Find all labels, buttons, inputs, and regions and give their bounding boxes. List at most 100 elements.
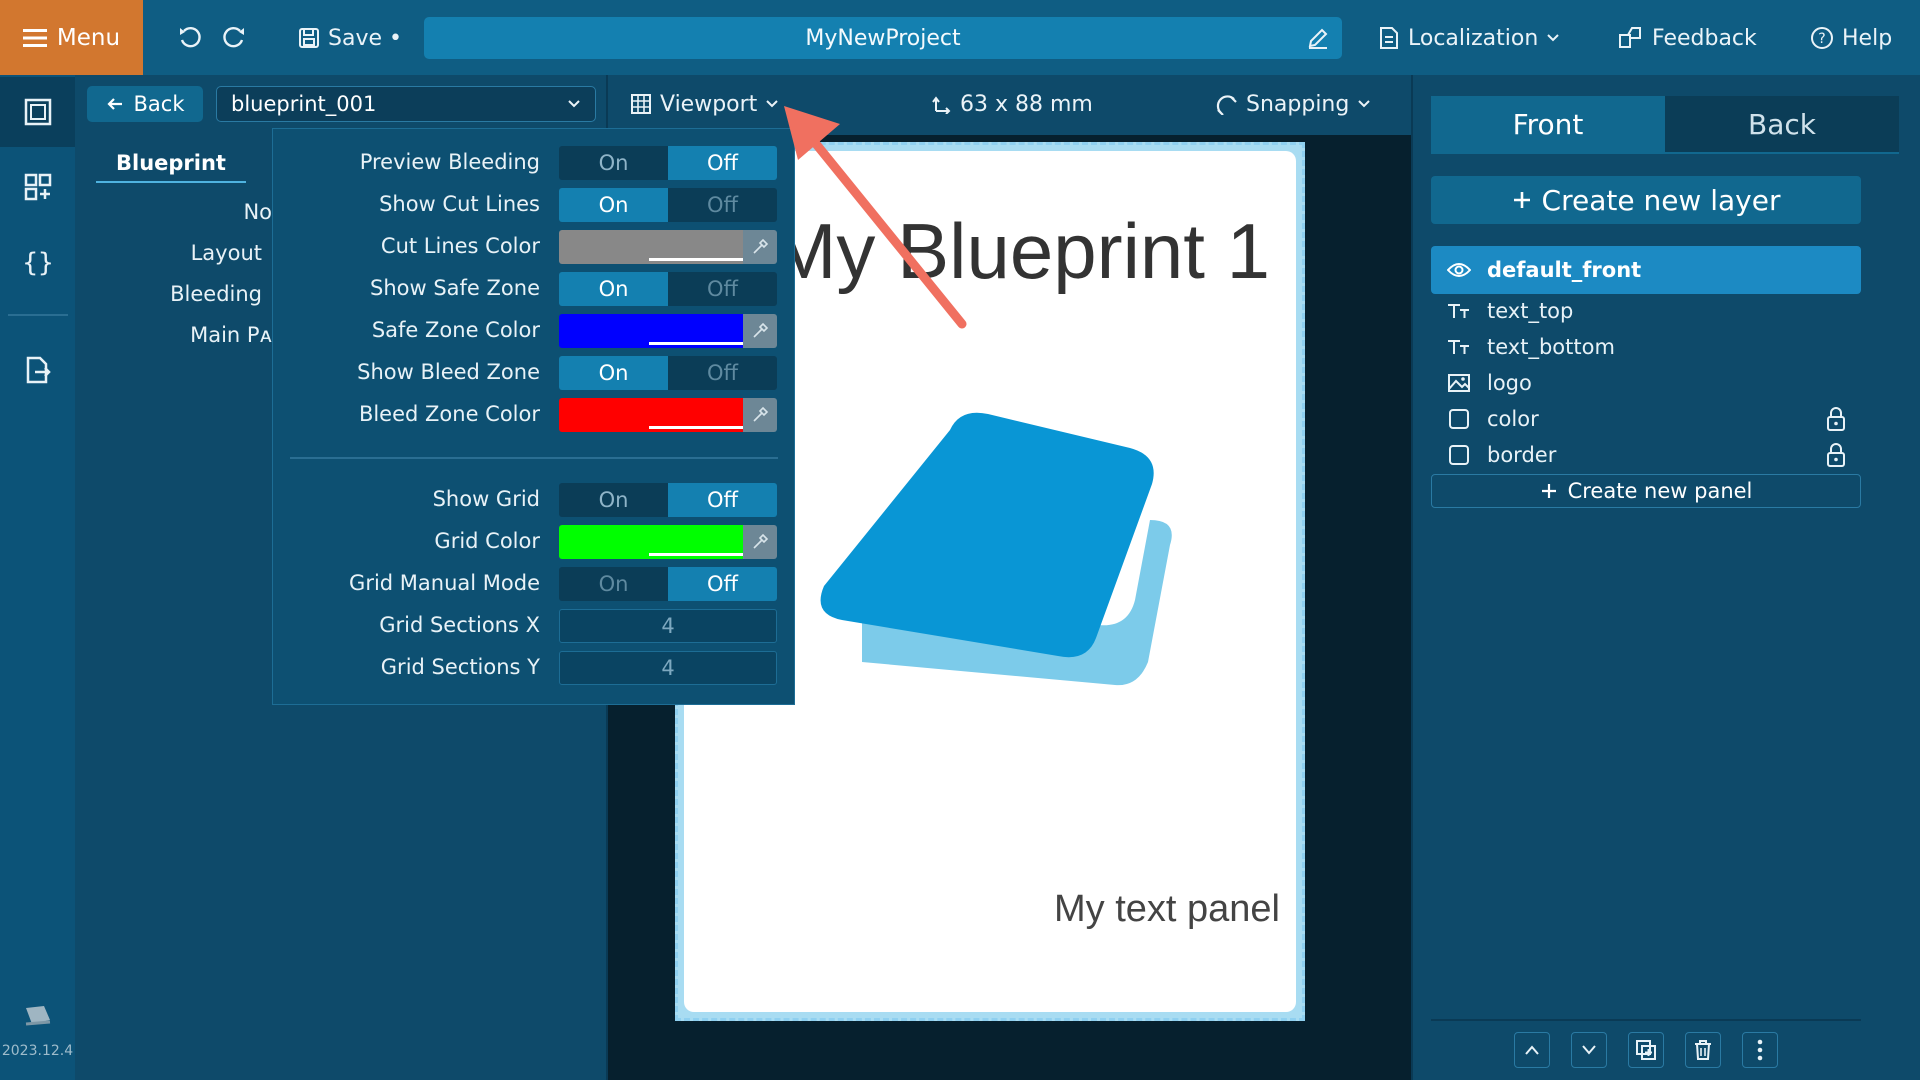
toggle-off-option[interactable]: Off <box>668 567 777 601</box>
viewport-label: Viewport <box>660 91 758 117</box>
property-label-bleeding: Bleeding <box>170 282 262 306</box>
save-button[interactable]: Save • <box>298 20 402 56</box>
safe-zone-color-picker[interactable] <box>559 314 777 348</box>
grid-color-label: Grid Color <box>434 529 540 553</box>
show-bleed-zone-label: Show Bleed Zone <box>357 360 540 384</box>
toggle-off-option[interactable]: Off <box>668 272 777 306</box>
duplicate-layer-button[interactable] <box>1628 1032 1664 1068</box>
annotation-arrow-icon <box>770 100 980 340</box>
layer-item[interactable]: border <box>1447 437 1556 473</box>
card-text-panel[interactable]: My text panel <box>900 888 1280 938</box>
duplicate-icon <box>1635 1039 1657 1061</box>
more-vertical-icon <box>1757 1039 1763 1061</box>
layer-name: border <box>1487 443 1557 467</box>
safe-zone-color-label: Safe Zone Color <box>371 318 540 342</box>
grid-color-picker[interactable] <box>559 525 777 559</box>
localization-label: Localization <box>1408 25 1539 51</box>
tab-underline <box>1431 152 1899 154</box>
layer-item[interactable]: text_bottom <box>1447 329 1615 365</box>
project-name: MyNewProject <box>805 25 961 51</box>
viewport-menu-button[interactable]: Viewport <box>630 86 779 122</box>
lock-icon[interactable] <box>1824 406 1848 432</box>
show-bleed-zone-toggle[interactable]: On Off <box>559 356 777 390</box>
toggle-on-option[interactable]: On <box>559 146 668 180</box>
move-layer-up-button[interactable] <box>1514 1032 1550 1068</box>
bleed-zone-color-picker[interactable] <box>559 398 777 432</box>
toggle-off-option[interactable]: Off <box>668 356 777 390</box>
toggle-on-option[interactable]: On <box>559 272 668 306</box>
show-grid-toggle[interactable]: On Off <box>559 483 777 517</box>
logo-image[interactable] <box>800 400 1200 760</box>
card-editor-icon[interactable] <box>0 77 75 147</box>
grid-sections-x-input[interactable]: 4 <box>559 609 777 643</box>
preview-bleeding-label: Preview Bleeding <box>359 150 540 174</box>
export-file-icon[interactable] <box>0 335 75 405</box>
version-label: 2023.12.4 <box>1 1043 74 1059</box>
eyedropper-icon[interactable] <box>743 525 777 559</box>
layout-grid-icon[interactable] <box>0 152 75 222</box>
color-swatch[interactable] <box>559 314 743 348</box>
create-new-layer-button[interactable]: Create new layer <box>1431 176 1861 224</box>
lock-icon[interactable] <box>1824 442 1848 468</box>
undo-icon[interactable] <box>172 20 208 56</box>
rail-divider <box>8 314 68 316</box>
more-options-button[interactable] <box>1742 1032 1778 1068</box>
layer-item[interactable]: text_top <box>1447 293 1573 329</box>
cut-lines-color-picker[interactable] <box>559 230 777 264</box>
show-safe-zone-toggle[interactable]: On Off <box>559 272 777 306</box>
help-button[interactable]: ? Help <box>1810 20 1892 56</box>
blueprint-select[interactable]: blueprint_001 <box>216 86 596 122</box>
preview-bleeding-toggle[interactable]: On Off <box>559 146 777 180</box>
toggle-on-option[interactable]: On <box>559 356 668 390</box>
property-label-main-panel: Main Pᴀ <box>190 323 272 347</box>
layer-item[interactable]: logo <box>1447 365 1532 401</box>
chevron-down-icon <box>1581 1044 1597 1056</box>
tab-blueprint[interactable]: Blueprint <box>96 145 246 183</box>
toggle-on-option[interactable]: On <box>559 188 668 222</box>
grid-sections-y-input[interactable]: 4 <box>559 651 777 685</box>
layer-name: text_top <box>1487 299 1574 323</box>
blueprint-select-value: blueprint_001 <box>231 92 377 116</box>
trash-icon <box>1693 1039 1713 1061</box>
move-layer-down-button[interactable] <box>1571 1032 1607 1068</box>
chevron-down-icon <box>567 99 581 109</box>
image-icon <box>1447 373 1471 393</box>
toggle-on-option[interactable]: On <box>559 483 668 517</box>
menu-button[interactable]: Menu <box>0 0 143 75</box>
toggle-off-option[interactable]: Off <box>668 146 777 180</box>
eye-icon[interactable] <box>1447 261 1471 279</box>
show-cut-lines-toggle[interactable]: On Off <box>559 188 777 222</box>
color-swatch[interactable] <box>559 398 743 432</box>
feedback-icon <box>1618 26 1644 50</box>
color-swatch[interactable] <box>559 230 743 264</box>
tab-back[interactable]: Back <box>1665 96 1899 152</box>
grid-manual-mode-label: Grid Manual Mode <box>349 571 540 595</box>
layer-item[interactable]: color <box>1447 401 1539 437</box>
create-new-panel-button[interactable]: Create new panel <box>1431 474 1861 508</box>
document-translate-icon <box>1378 26 1400 50</box>
chevron-down-icon <box>1357 99 1371 109</box>
back-button[interactable]: Back <box>87 86 203 122</box>
toggle-off-option[interactable]: Off <box>668 483 777 517</box>
toggle-off-option[interactable]: Off <box>668 188 777 222</box>
tab-front[interactable]: Front <box>1431 96 1665 152</box>
feedback-label: Feedback <box>1652 25 1757 51</box>
redo-icon[interactable] <box>216 20 252 56</box>
feedback-button[interactable]: Feedback <box>1618 20 1757 56</box>
show-safe-zone-label: Show Safe Zone <box>370 276 540 300</box>
localization-menu[interactable]: Localization <box>1378 20 1560 56</box>
delete-layer-button[interactable] <box>1685 1032 1721 1068</box>
eyedropper-icon[interactable] <box>743 398 777 432</box>
snapping-menu[interactable]: Snapping <box>1216 86 1371 122</box>
grid-manual-mode-toggle[interactable]: On Off <box>559 567 777 601</box>
layer-item[interactable]: default_front <box>1447 252 1641 288</box>
app-logo-icon <box>20 1002 56 1032</box>
edit-pencil-icon[interactable] <box>1302 22 1334 54</box>
back-label: Back <box>133 92 185 116</box>
color-swatch[interactable] <box>559 525 743 559</box>
show-cut-lines-label: Show Cut Lines <box>379 192 540 216</box>
show-grid-label: Show Grid <box>432 487 540 511</box>
toggle-on-option[interactable]: On <box>559 567 668 601</box>
magnet-icon <box>1216 93 1238 115</box>
svg-text:?: ? <box>1818 31 1825 47</box>
